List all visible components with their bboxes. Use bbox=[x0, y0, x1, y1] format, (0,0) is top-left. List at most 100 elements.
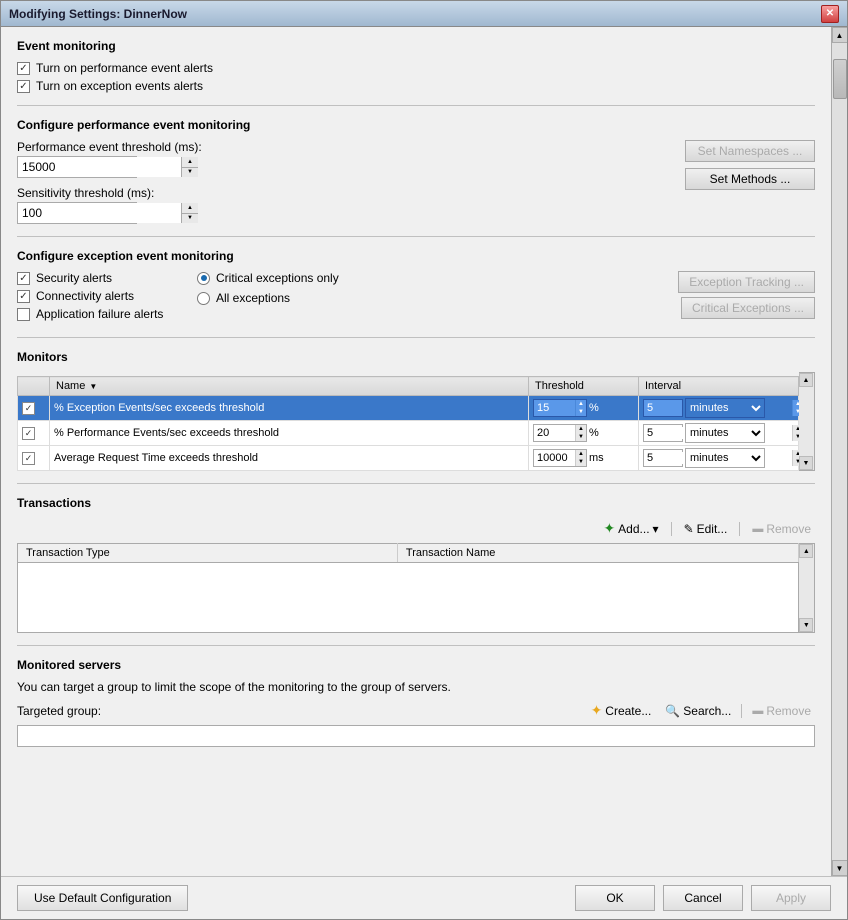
row3-interval-unit[interactable]: minutes bbox=[685, 448, 765, 468]
main-content: Event monitoring Turn on performance eve… bbox=[1, 27, 831, 876]
exception-tracking-button[interactable]: Exception Tracking ... bbox=[678, 271, 815, 293]
monitor-row-1[interactable]: % Exception Events/sec exceeds threshold… bbox=[18, 396, 799, 421]
content-area: Event monitoring Turn on performance eve… bbox=[1, 27, 847, 876]
transactions-table: Transaction Type Transaction Name bbox=[17, 543, 799, 633]
search-button[interactable]: 🔍 Search... bbox=[661, 702, 735, 720]
sensitivity-spinner[interactable]: ▲ ▼ bbox=[17, 202, 137, 224]
row3-interval-up[interactable]: ▲ bbox=[793, 450, 799, 458]
scroll-up-btn[interactable]: ▲ bbox=[832, 27, 848, 43]
monitors-scroll-down[interactable]: ▼ bbox=[799, 456, 813, 470]
scroll-thumb[interactable] bbox=[833, 59, 847, 99]
perf-threshold-spinner[interactable]: ▲ ▼ bbox=[17, 156, 137, 178]
row2-check-cell bbox=[18, 421, 50, 446]
use-default-button[interactable]: Use Default Configuration bbox=[17, 885, 188, 911]
app-failure-row: Application failure alerts bbox=[17, 307, 177, 321]
row3-threshold-input[interactable] bbox=[534, 452, 575, 464]
perf-threshold-up[interactable]: ▲ bbox=[182, 157, 198, 168]
row1-threshold-input[interactable] bbox=[534, 402, 575, 414]
row1-interval: ▲ ▼ minutes bbox=[639, 396, 799, 421]
monitored-servers-section: Monitored servers You can target a group… bbox=[17, 658, 815, 763]
targeted-remove-button[interactable]: ▬ Remove bbox=[748, 702, 815, 720]
create-icon: ✦ bbox=[591, 702, 603, 719]
targeted-group-input[interactable] bbox=[17, 725, 815, 747]
monitors-table-container: Name ▼ Threshold Interval bbox=[17, 372, 799, 471]
set-methods-button[interactable]: Set Methods ... bbox=[685, 168, 815, 190]
row1-interval-unit[interactable]: minutes bbox=[685, 398, 765, 418]
perf-threshold-down[interactable]: ▼ bbox=[182, 168, 198, 178]
monitors-header: Name ▼ Threshold Interval bbox=[18, 377, 799, 396]
targeted-label: Targeted group: bbox=[17, 704, 101, 718]
row1-threshold-up[interactable]: ▲ bbox=[576, 400, 586, 408]
row3-interval-down[interactable]: ▼ bbox=[793, 458, 799, 466]
trans-scroll-down[interactable]: ▼ bbox=[799, 618, 813, 632]
alert2-checkbox[interactable] bbox=[17, 80, 30, 93]
scroll-down-btn[interactable]: ▼ bbox=[832, 860, 848, 876]
apply-button[interactable]: Apply bbox=[751, 885, 831, 911]
row3-check-cell bbox=[18, 446, 50, 471]
transactions-section: Transactions ✦ Add... ▾ ✎ Edit... ▬ bbox=[17, 496, 815, 633]
row1-interval-down[interactable]: ▼ bbox=[793, 408, 799, 416]
transactions-empty-cell bbox=[18, 563, 799, 633]
monitors-scroll-up[interactable]: ▲ bbox=[799, 373, 813, 387]
row2-interval-up[interactable]: ▲ bbox=[793, 425, 799, 433]
perf-threshold-input[interactable] bbox=[18, 157, 181, 177]
sensitivity-input[interactable] bbox=[18, 203, 181, 223]
exception-buttons: Exception Tracking ... Critical Exceptio… bbox=[417, 271, 815, 319]
row1-checkbox[interactable] bbox=[22, 402, 35, 415]
perf-threshold-spin-btns: ▲ ▼ bbox=[181, 157, 198, 177]
row2-threshold-input[interactable] bbox=[534, 427, 575, 439]
th-interval[interactable]: Interval bbox=[639, 377, 799, 396]
transactions-body bbox=[18, 563, 799, 633]
row2-threshold-down[interactable]: ▼ bbox=[576, 433, 586, 441]
row1-threshold-down[interactable]: ▼ bbox=[576, 408, 586, 416]
row2-threshold: ▲ ▼ % bbox=[529, 421, 639, 446]
sensitivity-up[interactable]: ▲ bbox=[182, 203, 198, 214]
row2-interval-unit[interactable]: minutes bbox=[685, 423, 765, 443]
targeted-remove-icon: ▬ bbox=[752, 705, 763, 717]
all-exceptions-radio[interactable] bbox=[197, 292, 210, 305]
close-button[interactable]: ✕ bbox=[821, 5, 839, 23]
cancel-button[interactable]: Cancel bbox=[663, 885, 743, 911]
row2-interval-down[interactable]: ▼ bbox=[793, 433, 799, 441]
row3-threshold-up[interactable]: ▲ bbox=[576, 450, 586, 458]
monitor-row-3[interactable]: Average Request Time exceeds threshold ▲ bbox=[18, 446, 799, 471]
th-name[interactable]: Name ▼ bbox=[50, 377, 529, 396]
divider-5 bbox=[17, 645, 815, 646]
edit-button[interactable]: ✎ Edit... bbox=[680, 520, 732, 538]
app-failure-checkbox[interactable] bbox=[17, 308, 30, 321]
add-button[interactable]: ✦ Add... ▾ bbox=[599, 518, 662, 539]
set-namespaces-button[interactable]: Set Namespaces ... bbox=[685, 140, 815, 162]
monitors-scrollbar: ▲ ▼ bbox=[799, 372, 815, 471]
alert1-checkbox[interactable] bbox=[17, 62, 30, 75]
trans-scroll-up[interactable]: ▲ bbox=[799, 544, 813, 558]
targeted-group-row: Targeted group: ✦ Create... 🔍 Search... bbox=[17, 700, 815, 721]
security-checkbox[interactable] bbox=[17, 272, 30, 285]
perf-right: Set Namespaces ... Set Methods ... bbox=[218, 140, 815, 190]
exception-checkboxes: Security alerts Connectivity alerts Appl… bbox=[17, 271, 177, 325]
row1-interval-up[interactable]: ▲ bbox=[793, 400, 799, 408]
monitors-scroll-track bbox=[799, 387, 814, 456]
row3-checkbox[interactable] bbox=[22, 452, 35, 465]
remove-button[interactable]: ▬ Remove bbox=[748, 520, 815, 538]
perf-monitoring-body: Performance event threshold (ms): ▲ ▼ Se… bbox=[17, 140, 815, 224]
critical-exceptions-button[interactable]: Critical Exceptions ... bbox=[681, 297, 815, 319]
event-monitoring-title: Event monitoring bbox=[17, 39, 815, 53]
monitors-header-row: Name ▼ Threshold Interval bbox=[18, 377, 799, 396]
transactions-empty-row bbox=[18, 563, 799, 633]
security-row: Security alerts bbox=[17, 271, 177, 285]
create-button[interactable]: ✦ Create... bbox=[587, 700, 656, 721]
monitored-desc: You can target a group to limit the scop… bbox=[17, 680, 815, 694]
critical-only-radio[interactable] bbox=[197, 272, 210, 285]
ok-button[interactable]: OK bbox=[575, 885, 655, 911]
th-trans-name: Transaction Name bbox=[397, 544, 798, 563]
th-threshold[interactable]: Threshold bbox=[529, 377, 639, 396]
row3-interval: ▲ ▼ minutes bbox=[639, 446, 799, 471]
row3-threshold-down[interactable]: ▼ bbox=[576, 458, 586, 466]
exception-monitoring-title: Configure exception event monitoring bbox=[17, 249, 815, 263]
connectivity-checkbox[interactable] bbox=[17, 290, 30, 303]
row2-threshold-up[interactable]: ▲ bbox=[576, 425, 586, 433]
row2-checkbox[interactable] bbox=[22, 427, 35, 440]
monitor-row-2[interactable]: % Performance Events/sec exceeds thresho… bbox=[18, 421, 799, 446]
sensitivity-down[interactable]: ▼ bbox=[182, 214, 198, 224]
exception-body: Security alerts Connectivity alerts Appl… bbox=[17, 271, 815, 325]
